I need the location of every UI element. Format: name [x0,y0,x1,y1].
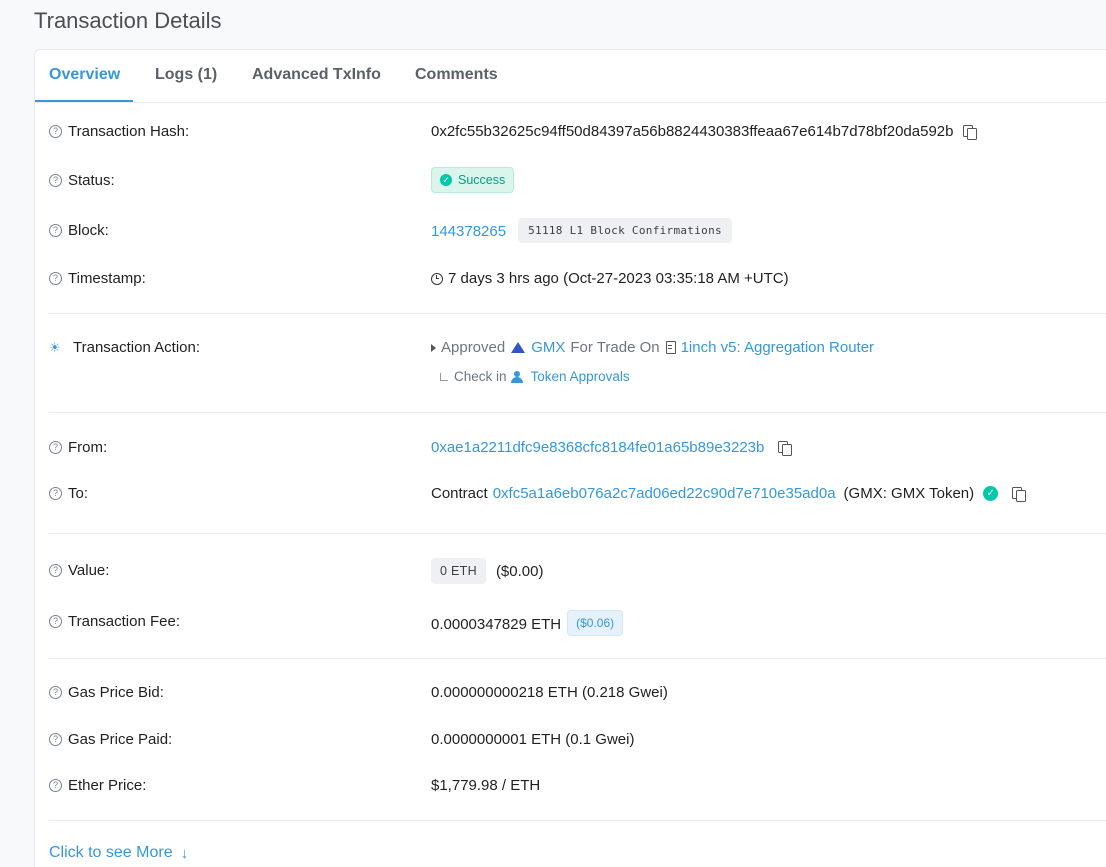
help-icon[interactable]: ? [49,733,62,746]
value-usd: ($0.00) [495,563,544,580]
token-link[interactable]: GMX [531,339,565,356]
contract-name: (GMX: GMX Token) [843,485,975,502]
ether-price-value: $1,779.98 / ETH [431,777,541,794]
copy-icon[interactable] [963,124,978,140]
tab-logs[interactable]: Logs (1) [155,66,217,84]
from-address-link[interactable]: 0xae1a2211dfc9e8368cfc8184fe01a65b89e322… [431,439,764,456]
copy-icon[interactable] [1012,486,1027,502]
row-gas-price-paid: ? Gas Price Paid: 0.0000000001 ETH (0.1 G… [49,728,1106,752]
field-label: Block: [68,222,109,239]
row-status: ? Status: ✓ Success [49,167,1106,193]
user-check-icon [510,370,527,383]
row-transaction-hash: ? Transaction Hash: 0x2fc55b32625c94ff50d… [49,120,1106,144]
gas-price-paid-value: 0.0000000001 ETH (0.1 Gwei) [431,731,635,748]
row-ether-price: ? Ether Price: $1,779.98 / ETH [49,774,1106,798]
field-label: Value: [68,562,110,579]
field-label: Status: [68,172,115,189]
help-icon[interactable]: ? [49,779,62,792]
field-label: Timestamp: [68,270,146,287]
fee-amount: 0.0000347829 ETH [431,616,562,633]
divider [49,658,1106,659]
to-address-link[interactable]: 0xfc5a1a6eb076a2c7ad06ed22c90d7e710e35ad… [493,485,836,502]
row-block: ? Block: 144378265 51118 L1 Block Confirm… [49,218,1106,243]
help-icon[interactable]: ? [49,487,62,500]
field-label: Ether Price: [68,777,147,794]
block-number-link[interactable]: 144378265 [431,223,506,240]
confirmations-badge: 51118 L1 Block Confirmations [518,218,732,243]
contract-prefix: Contract [431,485,488,502]
row-check-approvals: Check in Token Approvals [49,369,1106,393]
transaction-hash-value: 0x2fc55b32625c94ff50d84397a56b8824430383… [431,123,954,140]
tab-advanced-txinfo[interactable]: Advanced TxInfo [252,66,381,84]
field-label: Transaction Hash: [68,123,190,140]
arrow-down-icon: ↓ [180,844,189,862]
caret-right-icon[interactable] [431,343,436,352]
help-icon[interactable]: ? [49,564,62,577]
action-for-trade-on: For Trade On [570,339,660,356]
transaction-card: Overview Logs (1) Advanced TxInfo Commen… [34,49,1106,867]
tab-comments[interactable]: Comments [415,66,498,84]
row-gas-price-bid: ? Gas Price Bid: 0.000000000218 ETH (0.21… [49,681,1106,705]
field-label: Transaction Action: [73,339,201,356]
help-icon[interactable]: ? [49,174,62,187]
field-label: Transaction Fee: [68,613,180,630]
active-tab-indicator [35,100,133,102]
field-label: To: [68,485,89,502]
check-in-text: Check in [454,369,507,384]
copy-icon[interactable] [778,440,793,456]
help-icon[interactable]: ? [49,272,62,285]
tab-bar: Overview Logs (1) Advanced TxInfo Commen… [35,50,1106,103]
contract-file-icon [665,341,676,354]
divider [49,533,1106,534]
help-icon[interactable]: ? [49,125,62,138]
help-icon[interactable]: ? [49,224,62,237]
gmx-token-icon [511,342,526,353]
verified-check-icon: ✓ [983,486,999,501]
row-from: ? From: 0xae1a2211dfc9e8368cfc8184fe01a65… [49,436,1106,460]
help-icon[interactable]: ? [49,686,62,699]
clock-icon [431,272,443,285]
check-circle-icon: ✓ [440,174,452,186]
help-icon[interactable]: ? [49,441,62,454]
row-transaction-action: ☀ Transaction Action: Approved GMX For Tr… [49,336,1106,360]
corner-icon [440,372,448,381]
token-approvals-link[interactable]: Token Approvals [531,369,630,384]
action-verb: Approved [441,339,506,356]
field-label: From: [68,439,108,456]
timestamp-value: 7 days 3 hrs ago (Oct-27-2023 03:35:18 A… [448,270,789,287]
divider [49,820,1106,821]
lightbulb-icon: ☀ [49,339,61,355]
fee-usd-badge: ($0.06) [567,610,624,636]
row-timestamp: ? Timestamp: 7 days 3 hrs ago (Oct-27-202… [49,267,1106,291]
divider [49,412,1106,413]
field-label: Gas Price Paid: [68,731,173,748]
gas-price-bid-value: 0.000000000218 ETH (0.218 Gwei) [431,684,668,701]
status-badge: ✓ Success [431,167,515,193]
row-transaction-fee: ? Transaction Fee: 0.0000347829 ETH ($0.0… [49,610,1106,636]
router-link[interactable]: 1inch v5: Aggregation Router [681,339,874,356]
divider [49,313,1106,314]
see-more-link[interactable]: Click to see More ↓ [49,844,188,862]
tab-overview[interactable]: Overview [49,66,120,84]
help-icon[interactable]: ? [49,615,62,628]
value-badge: 0 ETH [431,558,486,584]
row-to: ? To: Contract 0xfc5a1a6eb076a2c7ad06ed22… [49,482,1106,506]
field-label: Gas Price Bid: [68,684,164,701]
row-value: ? Value: 0 ETH ($0.00) [49,558,1106,584]
page-title: Transaction Details [34,8,222,33]
